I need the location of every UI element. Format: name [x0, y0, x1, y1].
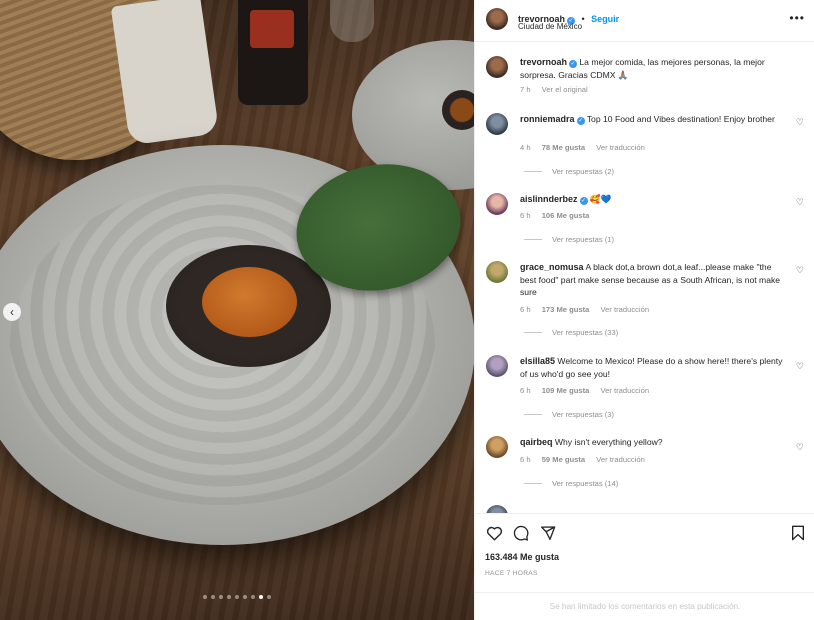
view-replies[interactable]: Ver respuestas (33)	[524, 328, 618, 337]
carousel-dot	[211, 595, 215, 599]
follow-button[interactable]: Seguir	[591, 14, 619, 24]
view-replies[interactable]: Ver respuestas (14)	[524, 479, 618, 488]
verified-badge-icon: ✓	[576, 117, 585, 125]
carousel-dot	[203, 595, 207, 599]
comment-likes[interactable]: 78 Me gusta	[542, 143, 585, 152]
post-actions: 163.484 Me gusta HACE 7 HORAS	[475, 513, 814, 593]
translate-link[interactable]: Ver traducción	[596, 143, 645, 152]
carousel-dot	[219, 595, 223, 599]
view-replies-label: Ver respuestas (14)	[552, 479, 619, 488]
avatar[interactable]	[486, 8, 508, 30]
comment-body: Why isn't everything yellow?	[554, 437, 663, 447]
avatar[interactable]	[486, 436, 508, 458]
verified-badge-icon: ✓	[579, 197, 588, 205]
post-photo: ‹	[0, 0, 474, 620]
more-options-icon[interactable]: •••	[789, 11, 805, 25]
heart-icon[interactable]: ♡	[796, 265, 804, 276]
view-replies-label: Ver respuestas (33)	[552, 328, 619, 337]
carousel-dot	[259, 595, 263, 599]
caption-time: 7 h	[520, 85, 531, 94]
verified-badge-icon: ✓	[569, 60, 578, 68]
heart-icon[interactable]: ♡	[796, 197, 804, 208]
comment-username[interactable]: ronniemadra	[520, 114, 575, 124]
carousel-dot	[235, 595, 239, 599]
comment-body: 🥰💙	[589, 194, 612, 204]
view-replies-label: Ver respuestas (2)	[552, 167, 615, 176]
comment-likes[interactable]: 59 Me gusta	[542, 455, 585, 464]
instagram-post-modal: ‹ trevornoah ✓ • Seguir Ciudad de México …	[0, 0, 814, 620]
comment-text: elsilla85 Welcome to Mexico! Please do a…	[520, 355, 788, 380]
caption-username[interactable]: trevornoah	[520, 57, 567, 67]
caption-text: trevornoah ✓ La mejor comida, las mejores…	[520, 56, 788, 81]
post-side-panel: trevornoah ✓ • Seguir Ciudad de México ••…	[474, 0, 814, 620]
comment-text: qairbeq Why isn't everything yellow?	[520, 436, 788, 449]
comment-likes[interactable]: 173 Me gusta	[542, 305, 590, 314]
avatar[interactable]	[486, 261, 508, 283]
view-replies[interactable]: Ver respuestas (1)	[524, 235, 614, 244]
avatar[interactable]	[486, 505, 508, 513]
heart-icon[interactable]	[485, 524, 503, 542]
comment-time: 6 h	[520, 211, 531, 220]
pray-emoji-icon: 🙏🏽	[617, 69, 629, 80]
translate-link[interactable]: Ver traducción	[596, 455, 645, 464]
comment-username[interactable]: elsilla85	[520, 356, 555, 366]
post-header: trevornoah ✓ • Seguir Ciudad de México ••…	[475, 0, 814, 42]
comment-text: aislinnderbez ✓ 🥰💙	[520, 193, 788, 206]
comment-meta: 6 h 109 Me gusta Ver traducción	[520, 386, 658, 395]
comment-body: Welcome to Mexico! Please do a show here…	[520, 356, 783, 379]
comment-likes[interactable]: 106 Me gusta	[542, 211, 590, 220]
comment-bubble-icon[interactable]	[512, 524, 530, 542]
napkin	[110, 0, 220, 146]
comment-meta: 6 h 59 Me gusta Ver traducción	[520, 455, 654, 464]
comment-username[interactable]: aislinnderbez	[520, 194, 578, 204]
post-timestamp: HACE 7 HORAS	[485, 570, 538, 577]
paper-plane-icon[interactable]	[539, 524, 557, 542]
comment-likes[interactable]: 109 Me gusta	[542, 386, 590, 395]
avatar[interactable]	[486, 113, 508, 135]
comment-meta: 4 h 78 Me gusta Ver traducción	[520, 143, 654, 152]
heart-icon[interactable]: ♡	[796, 117, 804, 128]
caption-meta: 7 h Ver el original	[520, 85, 597, 94]
avatar[interactable]	[486, 355, 508, 377]
view-replies-label: Ver respuestas (1)	[552, 235, 615, 244]
comment-time: 4 h	[520, 143, 531, 152]
view-replies[interactable]: Ver respuestas (3)	[524, 410, 614, 419]
comment-text: grace_nomusa A black dot,a brown dot,a l…	[520, 261, 788, 299]
translate-link[interactable]: Ver traducción	[601, 305, 650, 314]
comment-time: 6 h	[520, 455, 531, 464]
comment-meta: 6 h 106 Me gusta	[520, 211, 598, 220]
carousel-dot	[267, 595, 271, 599]
comment-username[interactable]: qairbeq	[520, 437, 553, 447]
translate-link[interactable]: Ver traducción	[601, 386, 650, 395]
bottle	[238, 0, 308, 105]
heart-icon[interactable]: ♡	[796, 361, 804, 372]
bookmark-icon[interactable]	[789, 524, 807, 542]
carousel-dots	[0, 595, 474, 599]
heart-icon[interactable]: ♡	[796, 442, 804, 453]
comment-username[interactable]: grace_nomusa	[520, 262, 584, 272]
carousel-dot	[251, 595, 255, 599]
comment-meta: 6 h 173 Me gusta Ver traducción	[520, 305, 658, 314]
location-link[interactable]: Ciudad de México	[518, 22, 582, 31]
avatar[interactable]	[486, 193, 508, 215]
glass	[330, 0, 374, 42]
comment-time: 6 h	[520, 305, 531, 314]
view-replies-label: Ver respuestas (3)	[552, 410, 615, 419]
comments-list[interactable]: trevornoah ✓ La mejor comida, las mejores…	[475, 43, 814, 513]
comment-body: Top 10 Food and Vibes destination! Enjoy…	[586, 114, 775, 124]
carousel-dot	[227, 595, 231, 599]
comment-time: 6 h	[520, 386, 531, 395]
carousel-dot	[243, 595, 247, 599]
see-original-link[interactable]: Ver el original	[542, 85, 588, 94]
orange-sauce	[202, 267, 297, 337]
avatar[interactable]	[486, 56, 508, 78]
likes-count[interactable]: 163.484 Me gusta	[485, 552, 559, 562]
chevron-left-icon[interactable]: ‹	[3, 303, 21, 321]
view-replies[interactable]: Ver respuestas (2)	[524, 167, 614, 176]
comment-text: ronniemadra ✓ Top 10 Food and Vibes desti…	[520, 113, 788, 126]
comments-limited-notice: Se han limitado los comentarios en esta …	[475, 592, 814, 620]
